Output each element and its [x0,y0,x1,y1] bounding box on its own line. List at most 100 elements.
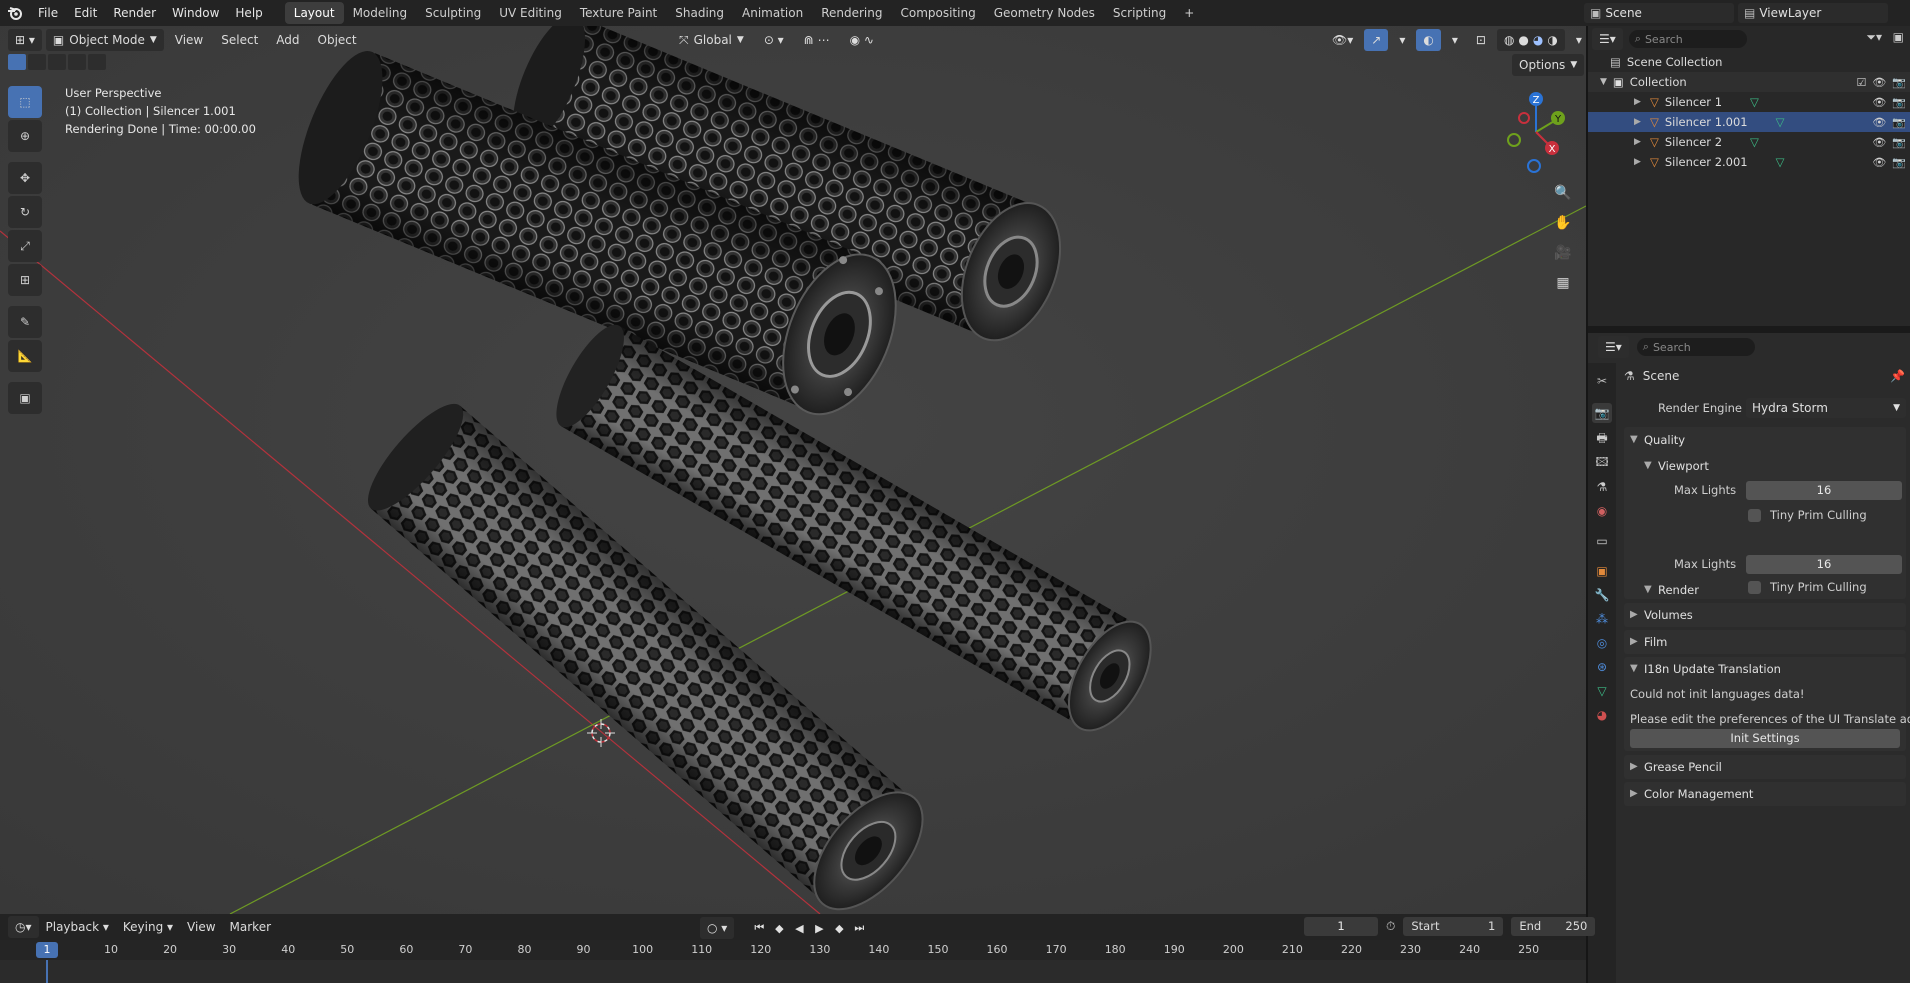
particles-tab-icon[interactable]: ⁂ [1592,609,1612,629]
menu-help[interactable]: Help [227,0,270,26]
grease-pencil-panel[interactable]: ▶ Grease Pencil [1624,755,1906,779]
jump-prev-keyframe-icon[interactable]: ◆ [770,918,788,938]
viewport-subpanel-header[interactable]: ▼ Viewport [1624,453,1906,479]
select-intersect-icon[interactable] [88,54,106,70]
overlays-dropdown[interactable]: ▾ [1445,29,1465,51]
properties-editor-type[interactable]: ☰▾ [1598,336,1629,358]
area-divider-horizontal[interactable] [1588,326,1910,333]
new-collection-icon[interactable]: ▣ [1893,30,1904,44]
workspace-tab-scripting[interactable]: Scripting [1104,2,1175,24]
expand-chevron-icon[interactable]: ▼ [1600,77,1607,87]
outliner-object-row[interactable]: ▶ ▽ Silencer 2.001 ▽ 👁 📷 [1588,152,1910,172]
workspace-tab-texture-paint[interactable]: Texture Paint [571,2,666,24]
eye-icon[interactable]: 👁 [1872,136,1886,149]
outliner-scene-collection-row[interactable]: ▤ Scene Collection [1588,52,1910,72]
overlays-toggle-button[interactable]: ◐ [1416,29,1441,51]
annotate-tool-icon[interactable]: ✎ [8,306,42,338]
select-extend-icon[interactable] [28,54,46,70]
properties-search-input[interactable]: ⌕ Search [1636,338,1755,356]
render-tiny-prim-checkbox[interactable] [1748,581,1761,594]
data-tab-icon[interactable]: ▽ [1592,681,1612,701]
eye-icon[interactable]: 👁 [1872,116,1886,129]
viewport-menu-object[interactable]: Object [311,29,364,51]
select-invert-icon[interactable] [68,54,86,70]
view-layer-selector[interactable]: ▤ ViewLayer [1738,3,1888,23]
add-cube-tool-icon[interactable]: ▣ [8,382,42,414]
select-subtract-icon[interactable] [48,54,66,70]
transform-orientation-dropdown[interactable]: ⤧ Global ▼ [672,29,751,51]
render-engine-dropdown[interactable]: Hydra Storm ▼ [1746,398,1906,418]
expand-chevron-icon[interactable]: ▶ [1634,97,1641,107]
jump-end-icon[interactable]: ⏭ [850,918,868,938]
viewport-max-lights-field[interactable]: 16 [1746,481,1902,500]
menu-file[interactable]: File [30,0,66,26]
timeline-menu-playback[interactable]: Playback ▾ [39,916,116,938]
pan-hand-icon[interactable]: ✋ [1550,210,1576,236]
pin-icon[interactable]: 📌 [1890,369,1905,383]
collection-checkbox-icon[interactable]: ☑ [1856,76,1866,89]
render-max-lights-field[interactable]: 16 [1746,555,1902,574]
physics-tab-icon[interactable]: ◎ [1592,633,1612,653]
tool-tab-icon[interactable]: ✂ [1592,371,1612,391]
select-new-icon[interactable] [8,54,26,70]
render-tab-icon[interactable]: 📷 [1592,403,1612,423]
color-management-panel[interactable]: ▶ Color Management [1624,782,1906,806]
blender-logo-icon[interactable] [0,0,30,26]
i18n-panel-header[interactable]: ▼ I18n Update Translation [1624,657,1906,681]
wireframe-shading-icon[interactable]: ◍ [1504,29,1514,51]
camera-icon[interactable]: 📷 [1892,96,1906,109]
modifier-tab-icon[interactable]: 🔧 [1592,585,1612,605]
play-icon[interactable]: ▶ [810,918,828,938]
viewport-menu-add[interactable]: Add [269,29,306,51]
timeline-menu-keying[interactable]: Keying ▾ [116,916,180,938]
eye-icon[interactable]: 👁 [1872,96,1886,109]
collection-tab-icon[interactable]: ▭ [1592,531,1612,551]
timeline-menu-marker[interactable]: Marker [223,916,278,938]
menu-edit[interactable]: Edit [66,0,105,26]
outliner-object-row[interactable]: ▶ ▽ Silencer 2 ▽ 👁 📷 [1588,132,1910,152]
viewport-tiny-prim-checkbox[interactable] [1748,509,1761,522]
auto-keying-button[interactable]: ○ ▾ [700,917,735,939]
timeline-ruler[interactable]: 1 10 20 30 40 50 60 70 80 90 100 110 120 130 140 150 16… [0,940,1586,960]
workspace-tab-animation[interactable]: Animation [733,2,812,24]
camera-icon[interactable]: 📷 [1892,76,1906,89]
measure-tool-icon[interactable]: 📐 [8,340,42,372]
workspace-tab-modeling[interactable]: Modeling [344,2,417,24]
view-layer-tab-icon[interactable]: 🖾 [1592,453,1612,473]
expand-chevron-icon[interactable]: ▶ [1634,157,1641,167]
workspace-tab-compositing[interactable]: Compositing [891,2,984,24]
move-tool-icon[interactable]: ✥ [8,162,42,194]
end-frame-field[interactable]: End 250 [1511,917,1596,936]
camera-icon[interactable]: 📷 [1892,116,1906,129]
start-frame-field[interactable]: Start 1 [1403,917,1504,936]
material-shading-icon[interactable]: ◕ [1533,29,1543,51]
workspace-tab-shading[interactable]: Shading [666,2,733,24]
workspace-tab-geometry-nodes[interactable]: Geometry Nodes [985,2,1104,24]
shading-dropdown[interactable]: ▾ [1569,29,1586,51]
viewport-menu-select[interactable]: Select [214,29,265,51]
playhead[interactable]: 1 [36,942,58,958]
workspace-tab-layout[interactable]: Layout [284,2,344,24]
outliner-search-input[interactable]: ⌕ Search [1628,30,1747,48]
rotate-tool-icon[interactable]: ↻ [8,196,42,228]
camera-icon[interactable]: 📷 [1892,136,1906,149]
menu-render[interactable]: Render [105,0,164,26]
cursor-tool-icon[interactable]: ⊕ [8,120,42,152]
menu-window[interactable]: Window [164,0,227,26]
shading-modes[interactable]: ◍ ● ◕ ◑ [1496,29,1565,51]
play-reverse-icon[interactable]: ◀ [790,918,808,938]
editor-type-button[interactable]: ⊞ ▾ [8,29,42,51]
camera-view-icon[interactable]: 🎥 [1550,240,1576,266]
workspace-tab-sculpting[interactable]: Sculpting [416,2,490,24]
camera-icon[interactable]: 📷 [1892,156,1906,169]
outliner-editor-type[interactable]: ☰▾ [1592,28,1623,50]
output-tab-icon[interactable]: 🖶 [1592,429,1612,449]
rendered-shading-icon[interactable]: ◑ [1547,29,1557,51]
expand-chevron-icon[interactable]: ▶ [1634,117,1641,127]
ortho-grid-icon[interactable]: ▦ [1550,270,1576,296]
world-tab-icon[interactable]: ◉ [1592,501,1612,521]
gizmo-dropdown[interactable]: ▾ [1392,29,1412,51]
outliner-collection-row[interactable]: ▼ ▣ Collection ☑ 👁 📷 [1588,72,1910,92]
timeline-menu-view[interactable]: View [180,916,222,938]
snap-toggle-button[interactable]: ⋒ ⋯ [797,29,837,51]
